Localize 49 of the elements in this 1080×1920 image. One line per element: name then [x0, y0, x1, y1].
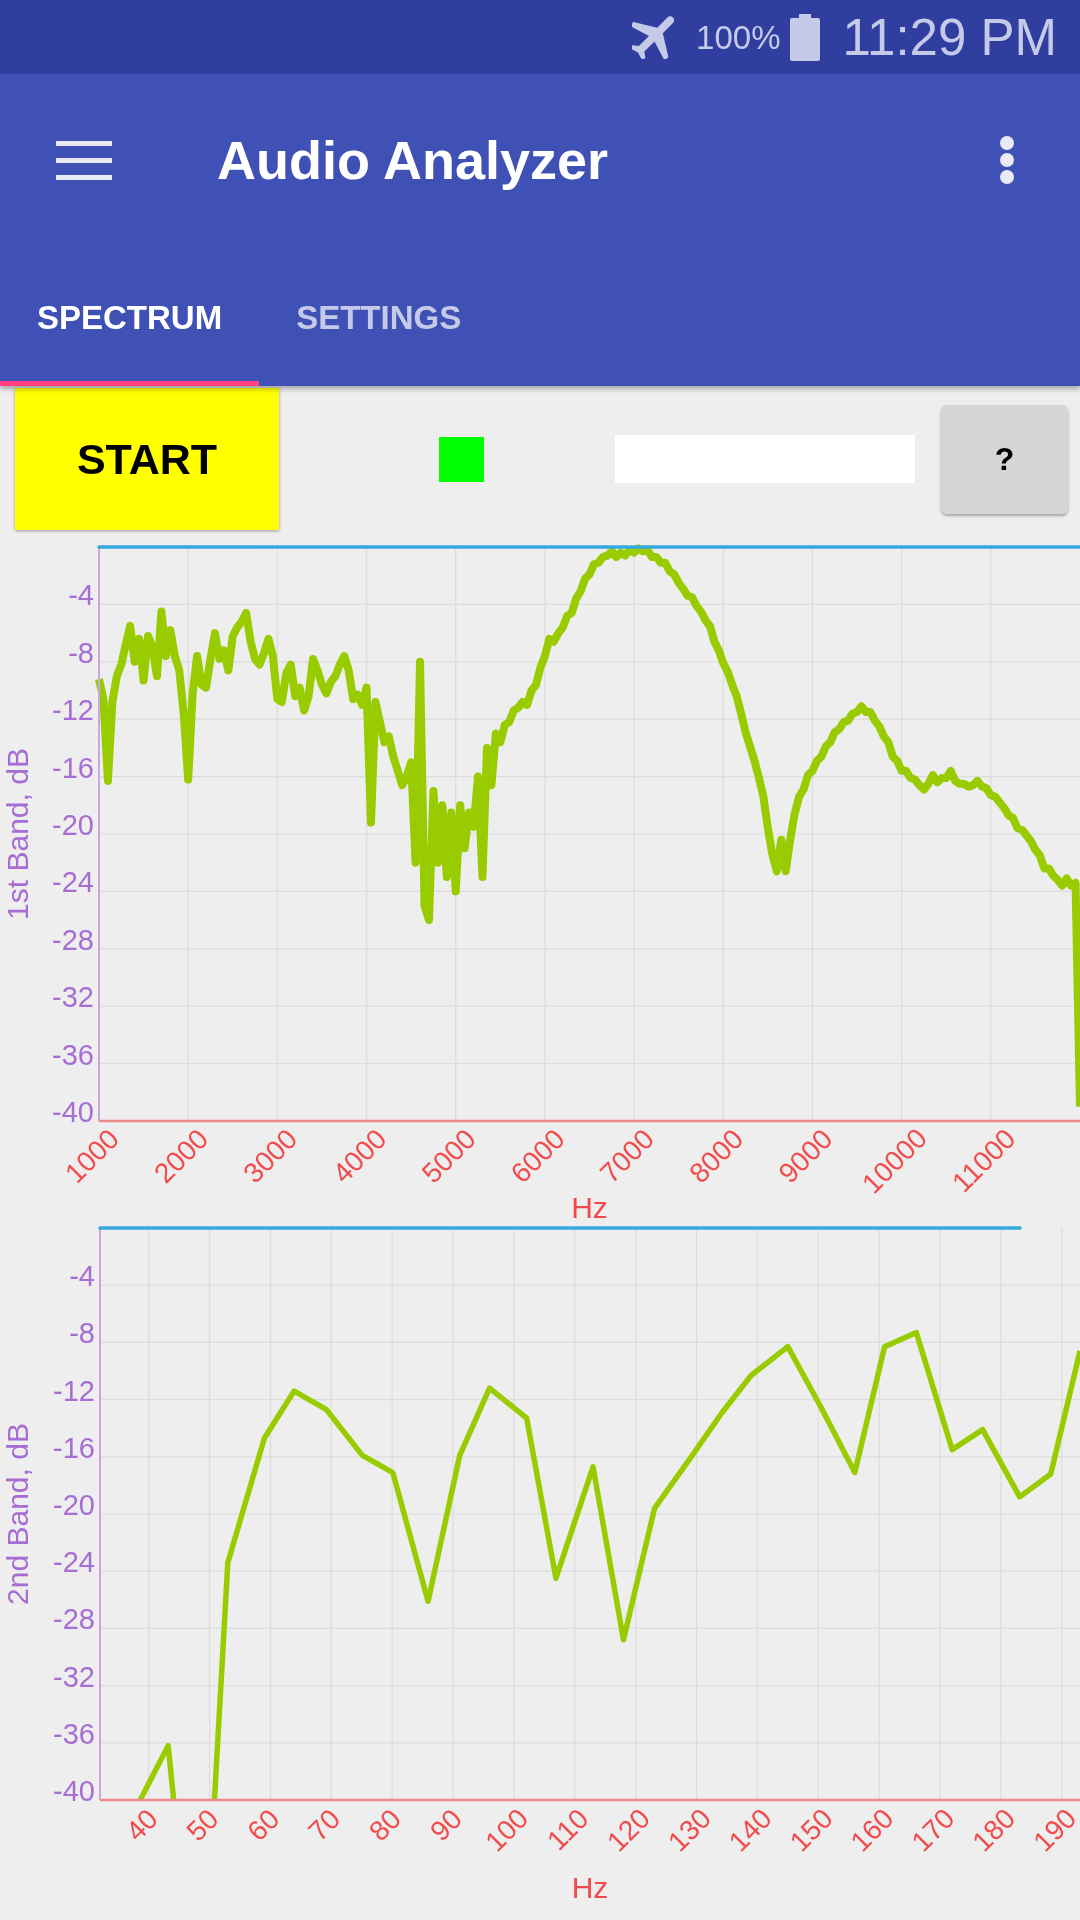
x-tick-label: 120: [601, 1802, 657, 1858]
y-tick-label: -20: [53, 1489, 95, 1521]
y-tick-label: -40: [53, 1775, 95, 1807]
y-tick-label: -24: [52, 866, 94, 899]
x-tick-label: 80: [363, 1803, 408, 1847]
x-tick-label: 130: [662, 1802, 717, 1858]
y-tick-label: -40: [52, 1096, 94, 1128]
y-tick-label: -24: [53, 1546, 95, 1579]
y-tick-label: -16: [53, 1431, 95, 1464]
x-tick-label: 150: [783, 1802, 839, 1858]
y-tick-label: -12: [53, 1374, 95, 1407]
more-options-icon[interactable]: [1000, 136, 1014, 184]
y-tick-label: -36: [53, 1717, 95, 1750]
battery-icon: [790, 13, 821, 61]
x-axis-title: Hz: [571, 1191, 608, 1222]
help-button[interactable]: ?: [941, 404, 1068, 514]
y-tick-label: -36: [52, 1038, 94, 1071]
x-tick-label: 110: [541, 1802, 595, 1857]
start-button[interactable]: START: [15, 388, 279, 530]
y-tick-label: -12: [52, 694, 94, 727]
y-tick-label: -32: [53, 1660, 95, 1693]
x-tick-label: 50: [180, 1803, 225, 1847]
x-tick-label: 190: [1027, 1802, 1080, 1858]
x-tick-label: 140: [722, 1802, 778, 1858]
y-tick-label: -28: [52, 923, 94, 956]
y-tick-label: -4: [68, 579, 94, 612]
menu-icon[interactable]: [56, 140, 112, 180]
y-tick-label: -4: [69, 1260, 95, 1293]
y-tick-label: -16: [52, 751, 94, 784]
airplane-icon: [632, 15, 676, 59]
y-tick-label: -8: [69, 1317, 95, 1350]
y-tick-label: -8: [68, 636, 94, 669]
x-tick-label: 160: [844, 1802, 900, 1858]
x-tick-label: 100: [479, 1802, 535, 1858]
y-axis-title: 2nd Band, dB: [1, 1423, 34, 1605]
x-axis-title: Hz: [571, 1871, 609, 1904]
y-tick-label: -28: [53, 1603, 95, 1636]
x-tick-label: 70: [302, 1803, 347, 1847]
x-tick-label: 180: [966, 1802, 1022, 1858]
y-axis-title: 1st Band, dB: [1, 748, 34, 920]
tab[interactable]: SETTINGS: [259, 246, 499, 386]
battery-percentage: 100%: [696, 20, 781, 54]
x-tick-label: 170: [905, 1802, 961, 1858]
y-tick-label: -20: [52, 809, 94, 841]
clock-time: 11:29 PM: [842, 11, 1057, 63]
x-tick-label: 90: [424, 1803, 468, 1847]
y-tick-label: -32: [52, 981, 94, 1014]
x-tick-label: 60: [241, 1803, 286, 1847]
x-tick-label: 40: [119, 1803, 164, 1847]
